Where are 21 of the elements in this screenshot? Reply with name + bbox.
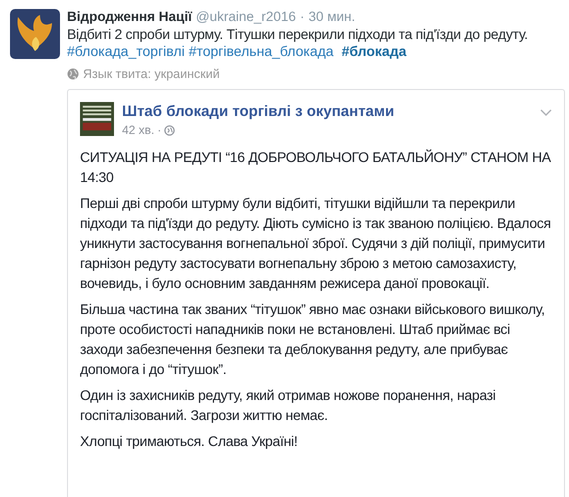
page-name-link[interactable]: Штаб блокади торгівлі з окупантами <box>122 103 540 120</box>
separator-dot: · <box>300 9 304 24</box>
post-time[interactable]: 42 хв. <box>122 123 154 137</box>
separator-dot: · <box>157 123 162 137</box>
post-paragraph: Хлопці тримаються. Слава Україні! <box>80 432 298 451</box>
hashtag-link[interactable]: #торгівельна_блокада <box>188 43 334 59</box>
hashtag-link[interactable]: #блокада_торгівлі <box>67 43 185 59</box>
author-handle[interactable]: @ukraine_r2016 <box>196 9 296 24</box>
hashtag-link[interactable]: #блокада <box>342 43 406 59</box>
author-name[interactable]: Відродження Нації <box>67 9 192 24</box>
tweet-text: Відбиті 2 спроби штурму. Тітушки перекрили підходи та під'їзди до редуту. <box>67 26 529 42</box>
globe-icon <box>164 124 176 136</box>
tweet-time[interactable]: 30 мин. <box>308 9 356 24</box>
globe-icon <box>67 68 79 80</box>
page-logo-icon[interactable] <box>80 101 114 137</box>
post-paragraph: Один із захисників редуту, який отримав ножове поранення, наразі госпіталізований. Загрози життю немає. <box>80 386 497 425</box>
avatar-icon[interactable] <box>10 9 60 59</box>
post-paragraph: Більша частина так званих “тітушок” явно має ознаки військового вишколу, проте особистості нападників поки не встановлені. Штаб приймає всі заходи забезпечення безпеки та деблокування редуту, але прибуває допомога і до “тітушок”. <box>80 300 546 379</box>
tweet-language: Язык твита: украинский <box>83 67 220 81</box>
post-heading: СИТУАЦІЯ НА РЕДУТІ “16 ДОБРОВОЛЬЧОГО БАТАЛЬЙОНУ” СТАНОМ НА 14:30 <box>80 148 552 187</box>
post-paragraph: Перші дві спроби штурму були відбиті, тітушки відійшли та перекрили підходи та під'їзди до редуту. Діють сумісно із так званою поліцією. Вдалося уникнути застосування вогнепальної зброї. Судячи з дій поліції, примусити гарнізон редуту застосувати вогнепальну зброю з метою самозахисту, вочевидь, і було основним завданням режисера даної провокації. <box>80 194 552 293</box>
